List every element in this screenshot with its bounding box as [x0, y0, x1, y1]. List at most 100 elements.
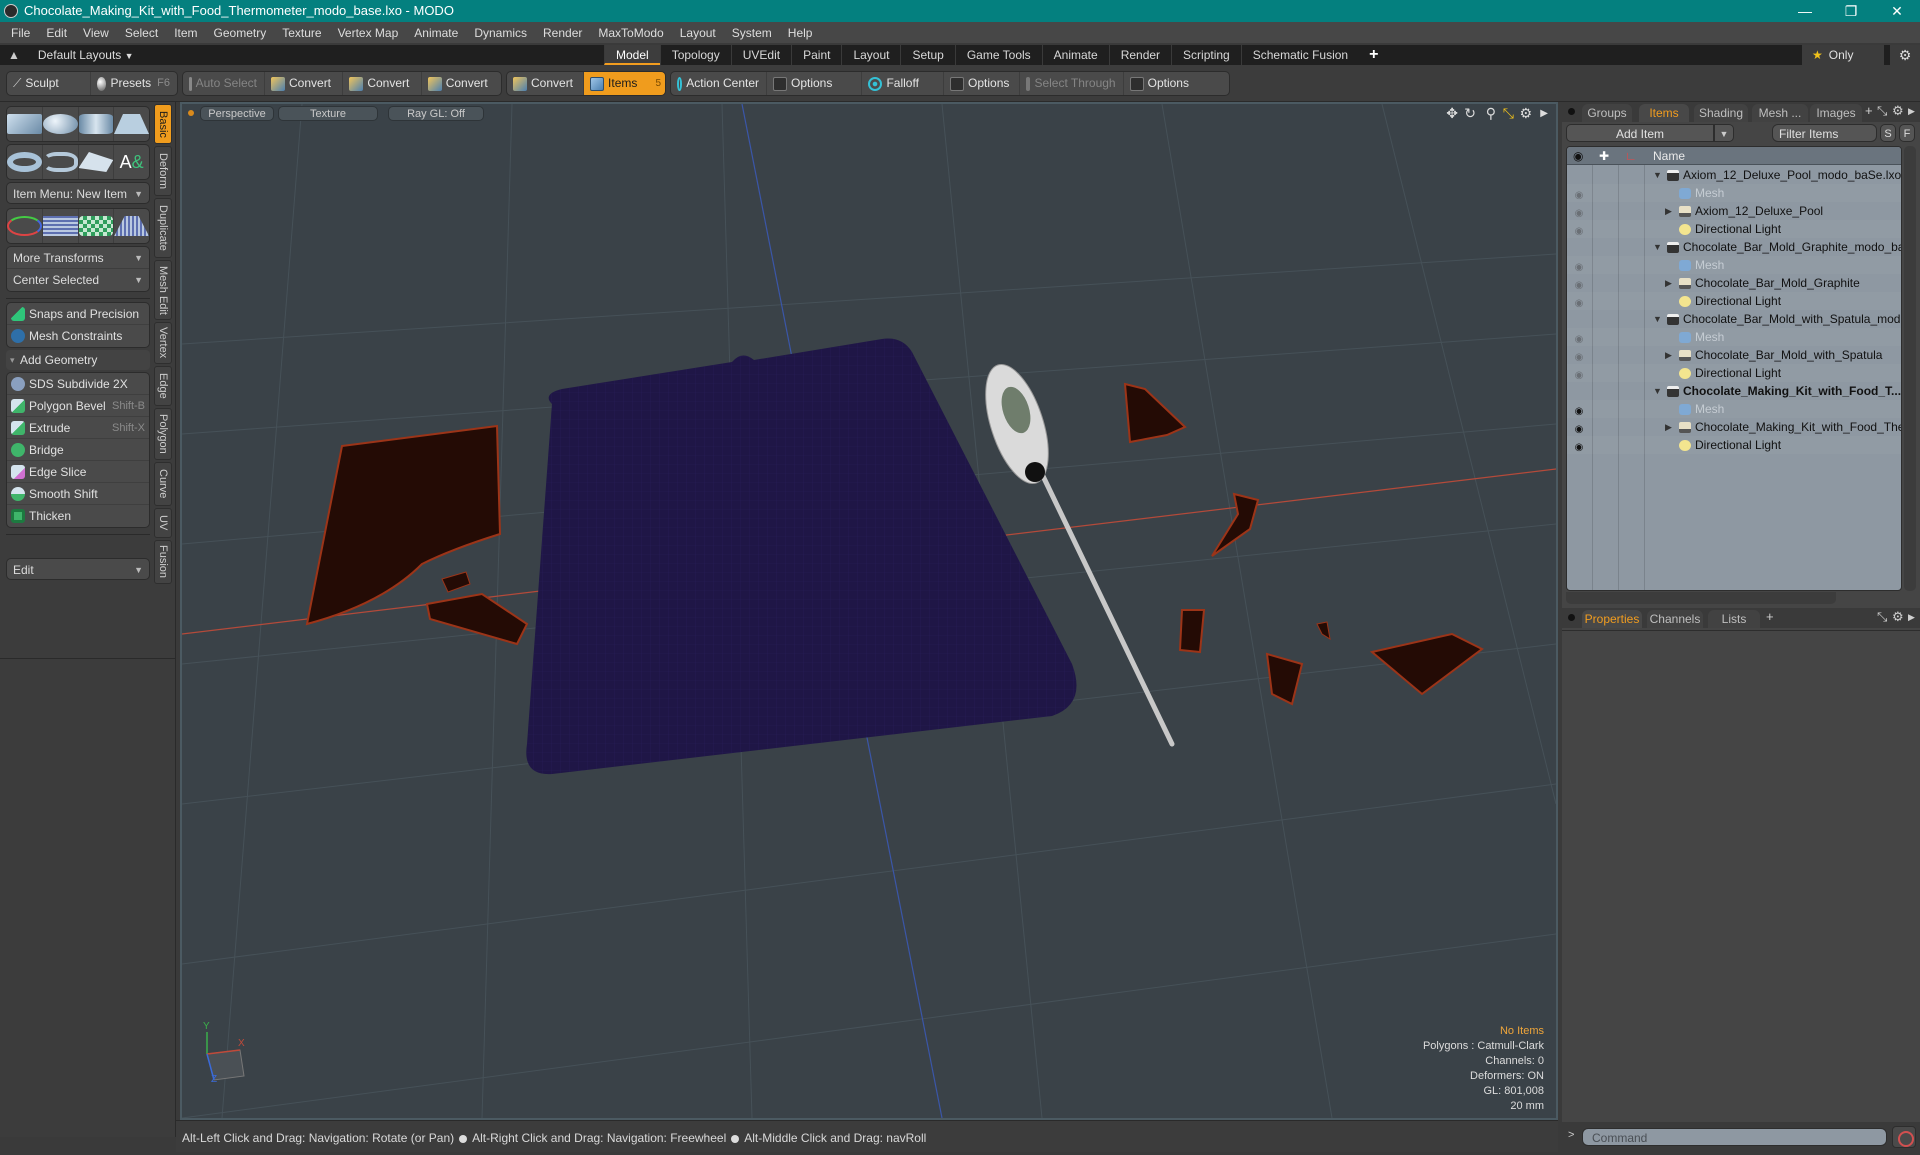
expand-triangle-icon[interactable]: ▶ [1665, 202, 1672, 220]
menu-item[interactable]: Item [166, 22, 205, 45]
pan-icon[interactable]: ✥ [1446, 105, 1458, 122]
menu-maxtomodo[interactable]: MaxToModo [590, 22, 671, 45]
tree-row-scene[interactable]: ▼ Chocolate_Bar_Mold_Graphite_modo_base .… [1567, 238, 1901, 256]
default-layouts-dropdown[interactable]: ▲ Default Layouts ▼ [8, 45, 134, 66]
center-selected-dropdown[interactable]: Center Selected ▼ [7, 269, 149, 291]
expand-triangle-icon[interactable]: ▶ [1665, 418, 1672, 436]
gear-icon[interactable]: ⚙ [1890, 45, 1920, 65]
tree-row-folder[interactable]: ◉ ▶ Chocolate_Bar_Mold_with_Spatula [1567, 346, 1901, 364]
rotate-icon[interactable]: ↻ [1464, 105, 1476, 122]
tree-row-scene[interactable]: ▼ Axiom_12_Deluxe_Pool_modo_baSe.lxo [1567, 166, 1901, 184]
menu-vertex-map[interactable]: Vertex Map [330, 22, 407, 45]
tree-row-folder[interactable]: ◉ ▶ Chocolate_Making_Kit_with_Food_Ther ..… [1567, 418, 1901, 436]
tab-properties[interactable]: Properties [1582, 610, 1642, 628]
tab-mesh[interactable]: Mesh ... [1752, 104, 1808, 122]
vtab-deform[interactable]: Deform [154, 146, 172, 196]
add-item-dropdown[interactable]: ▼ [1714, 124, 1734, 142]
visibility-eye-icon[interactable]: ◉ [1573, 295, 1585, 309]
visibility-eye-icon[interactable]: ◉ [1573, 259, 1585, 273]
axis-column-icon[interactable]: ∟ [1625, 147, 1637, 165]
visibility-eye-icon[interactable]: ◉ [1573, 367, 1585, 381]
tree-row-mesh[interactable]: ◉ Mesh [1567, 184, 1901, 202]
auto-select-button[interactable]: Auto Select [183, 72, 265, 95]
convert-edges-button[interactable]: Convert [343, 72, 422, 95]
convert-vertices-button[interactable]: Convert [265, 72, 344, 95]
vtab-polygon[interactable]: Polygon [154, 408, 172, 460]
zoom-icon[interactable]: ⚲ [1486, 105, 1496, 122]
vtab-vertex[interactable]: Vertex [154, 322, 172, 364]
add-tab-plus-icon[interactable]: + [1359, 45, 1388, 65]
cone-primitive-button[interactable] [114, 107, 149, 141]
menu-view[interactable]: View [75, 22, 117, 45]
collapse-triangle-icon[interactable]: ▼ [1653, 238, 1662, 256]
collapse-triangle-icon[interactable]: ▼ [1653, 382, 1662, 400]
maximize-icon[interactable]: ⤡ [1877, 609, 1887, 625]
select-through-options-button[interactable]: Options [1124, 72, 1229, 95]
add-geometry-header[interactable]: Add Geometry [6, 350, 150, 370]
restore-button[interactable]: ❐ [1828, 0, 1874, 22]
falloff-options-button[interactable]: Options [944, 72, 1020, 95]
visibility-eye-icon[interactable]: ◉ [1573, 223, 1585, 237]
sculpt-button[interactable]: ⟋ Sculpt [7, 72, 91, 95]
bridge-button[interactable]: Bridge [7, 439, 149, 461]
tree-vertical-scrollbar[interactable] [1904, 146, 1916, 591]
add-tab-plus-icon[interactable]: + [1865, 103, 1873, 118]
torus-primitive-button[interactable] [7, 145, 43, 179]
tree-row-light[interactable]: ◉ Directional Light [1567, 364, 1901, 382]
collapse-triangle-icon[interactable]: ▼ [1653, 310, 1662, 328]
view-mode-button[interactable]: Perspective [200, 106, 274, 121]
menu-render[interactable]: Render [535, 22, 590, 45]
vtab-fusion[interactable]: Fusion [154, 540, 172, 584]
extrude-button[interactable]: Extrude Shift-X [7, 417, 149, 439]
vtab-basic[interactable]: Basic [154, 104, 172, 144]
sphere-primitive-button[interactable] [42, 107, 79, 141]
tree-row-light[interactable]: ◉ Directional Light [1567, 292, 1901, 310]
close-button[interactable]: ✕ [1874, 0, 1920, 22]
visibility-eye-icon[interactable]: ◉ [1573, 403, 1585, 417]
action-center-button[interactable]: Action Center [671, 72, 767, 95]
visibility-column-eye-icon[interactable]: ◉ [1573, 147, 1583, 165]
visibility-eye-icon[interactable]: ◉ [1573, 421, 1585, 435]
tab-uvedit[interactable]: UVEdit [730, 45, 791, 65]
smooth-shift-button[interactable]: Smooth Shift [7, 483, 149, 505]
menu-select[interactable]: Select [117, 22, 166, 45]
tab-animate[interactable]: Animate [1041, 45, 1109, 65]
select-through-button[interactable]: Select Through [1020, 72, 1124, 95]
sds-subdivide-button[interactable]: SDS Subdivide 2X [7, 373, 149, 395]
expand-arrow-icon[interactable]: ▶ [1908, 612, 1915, 623]
visibility-eye-icon[interactable]: ◉ [1573, 439, 1585, 453]
visibility-eye-icon[interactable]: ◉ [1573, 277, 1585, 291]
checker-cube-button[interactable] [78, 209, 115, 243]
vtab-duplicate[interactable]: Duplicate [154, 198, 172, 258]
thicken-button[interactable]: Thicken [7, 505, 149, 527]
transform-gizmo-button[interactable] [7, 209, 43, 243]
menu-help[interactable]: Help [780, 22, 821, 45]
panel-menu-dot[interactable] [1568, 614, 1575, 621]
snaps-and-precision-button[interactable]: Snaps and Precision [7, 303, 149, 325]
mesh-constraints-button[interactable]: Mesh Constraints [7, 325, 149, 347]
expand-arrow-icon[interactable]: ▶ [1540, 108, 1548, 119]
tab-layout[interactable]: Layout [841, 45, 900, 65]
tree-row-light[interactable]: ◉ Directional Light [1567, 436, 1901, 454]
tab-items[interactable]: Items [1639, 104, 1689, 122]
tree-row-mesh[interactable]: ◉ Mesh [1567, 400, 1901, 418]
tree-row-folder[interactable]: ◉ ▶ Chocolate_Bar_Mold_Graphite [1567, 274, 1901, 292]
visibility-eye-icon[interactable]: ◉ [1573, 331, 1585, 345]
more-transforms-dropdown[interactable]: More Transforms ▼ [7, 247, 149, 269]
lattice-button[interactable] [42, 209, 79, 243]
tab-images[interactable]: Images [1810, 104, 1862, 122]
filter-items-input[interactable]: Filter Items [1772, 124, 1877, 142]
f-button[interactable]: F [1899, 124, 1915, 142]
add-tab-plus-icon[interactable]: + [1766, 609, 1774, 624]
tree-row-scene[interactable]: ▼ Chocolate_Making_Kit_with_Food_T... [1567, 382, 1901, 400]
menu-texture[interactable]: Texture [274, 22, 329, 45]
tree-row-folder[interactable]: ◉ ▶ Axiom_12_Deluxe_Pool [1567, 202, 1901, 220]
menu-layout[interactable]: Layout [672, 22, 724, 45]
menu-system[interactable]: System [724, 22, 780, 45]
tree-row-scene[interactable]: ▼ Chocolate_Bar_Mold_with_Spatula_modo_ .… [1567, 310, 1901, 328]
tab-scripting[interactable]: Scripting [1171, 45, 1241, 65]
vtab-curve[interactable]: Curve [154, 462, 172, 506]
edge-slice-button[interactable]: Edge Slice [7, 461, 149, 483]
falloff-button[interactable]: Falloff [862, 72, 945, 95]
tree-row-light[interactable]: ◉ Directional Light [1567, 220, 1901, 238]
